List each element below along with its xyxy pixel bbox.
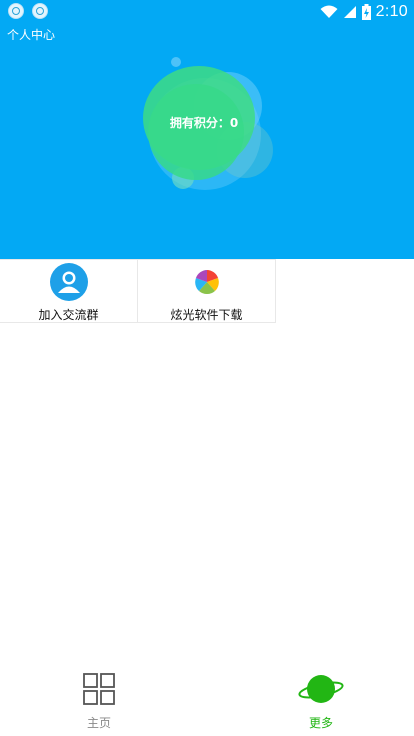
app-notification-icon bbox=[8, 3, 24, 19]
page-title: 个人中心 bbox=[7, 28, 56, 42]
app-notification-icon bbox=[32, 3, 48, 19]
join-group-button[interactable]: 加入交流群 bbox=[0, 260, 138, 323]
nav-more-label: 更多 bbox=[308, 716, 333, 730]
nav-home-label: 主页 bbox=[86, 716, 111, 730]
points-blob-graphic bbox=[143, 57, 273, 190]
status-time: 2:10 bbox=[375, 3, 408, 20]
app-store-ball-icon bbox=[195, 270, 219, 295]
status-bar: 2:10 bbox=[0, 0, 414, 24]
join-group-label: 加入交流群 bbox=[38, 308, 99, 322]
nav-tab-more[interactable]: 更多 bbox=[291, 664, 351, 736]
grid-home-icon bbox=[83, 673, 115, 705]
battery-icon bbox=[361, 4, 371, 20]
signal-icon bbox=[343, 6, 356, 18]
planet-icon bbox=[298, 675, 344, 703]
bottom-navigation: 主页 更多 bbox=[0, 664, 414, 736]
points-display: 拥有积分：0 bbox=[169, 116, 239, 130]
wifi-icon bbox=[320, 5, 338, 18]
software-download-label: 炫光软件下载 bbox=[170, 308, 243, 322]
nav-tab-home[interactable]: 主页 bbox=[69, 664, 129, 736]
function-grid: 加入交流群 炫光软件下载 bbox=[0, 259, 276, 323]
profile-header: 个人中心 拥有积分：0 bbox=[0, 24, 414, 259]
software-download-button[interactable]: 炫光软件下载 bbox=[138, 260, 276, 323]
group-chat-icon bbox=[50, 263, 88, 301]
